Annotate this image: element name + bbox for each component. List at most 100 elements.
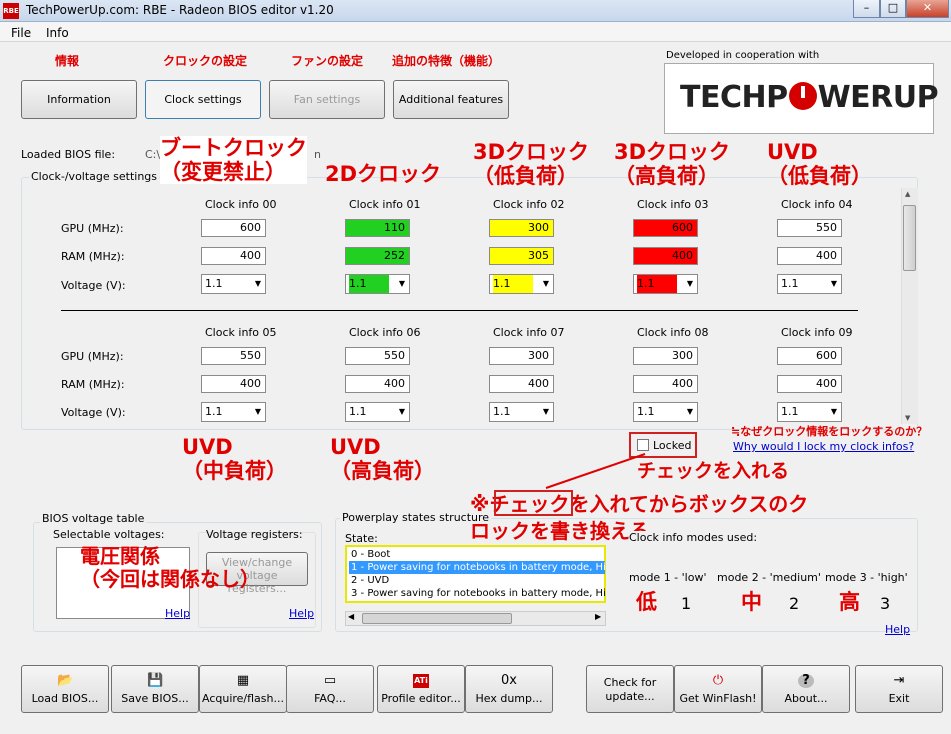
annotation-uvd-low: UVD （低負荷） [767,140,872,188]
voltage-help-link-2[interactable]: Help [289,607,314,620]
mode2-value: 2 [789,594,800,613]
gpu-clock-field[interactable]: 300 [489,219,554,237]
ram-clock-field[interactable]: 305 [489,247,554,265]
scroll-up-icon[interactable]: ▲ [905,190,910,198]
mode3-label: mode 3 - 'high' [825,571,908,584]
bottom-button-label: Check for update... [603,676,657,703]
scroll-left-icon[interactable]: ◀ [348,612,354,621]
ram-label-2: RAM (MHz): [61,378,125,391]
annotation-mid: 中 [741,590,762,614]
annotation-voltage-b: （今回は関係なし） [80,567,260,591]
clock-info-header: Clock info 06 [349,326,421,339]
voltage-dropdown[interactable]: 1.1 ▼ [345,274,410,294]
bottom-button-8[interactable]: ? About... [762,665,850,713]
clock-modes-label: Clock info modes used: [629,531,758,544]
chevron-down-icon: ▼ [398,407,405,416]
tab-additional-features[interactable]: Additional features [393,80,509,119]
power-icon [788,82,817,110]
techpowerup-logo: TECHP WERUP [680,80,939,115]
state-item[interactable]: 3 - Power saving for notebooks in batter… [349,587,605,600]
bottom-button-9[interactable]: ⇥ Exit [855,665,943,713]
ram-clock-field[interactable]: 400 [489,375,554,393]
bottom-button-6[interactable]: Check for update... [586,665,674,713]
voltage-dropdown[interactable]: 1.1 ▼ [489,274,554,294]
annotation-uvd-high-a: UVD [330,435,381,459]
bottom-button-7[interactable]: ⏻ Get WinFlash! [674,665,762,713]
clock-info-header: Clock info 02 [493,198,565,211]
mode3-value: 3 [880,594,891,613]
voltage-dropdown[interactable]: 1.1 ▼ [777,274,842,294]
menu-bar [0,22,951,42]
voltage-dropdown[interactable]: 1.1 ▼ [633,274,698,294]
mode1-label: mode 1 - 'low' [629,571,707,584]
ram-clock-field[interactable]: 400 [201,247,266,265]
menu-file[interactable]: File [11,26,31,40]
maximize-button[interactable]: □ [880,0,906,18]
gpu-label: GPU (MHz): [61,222,124,235]
voltage-dropdown[interactable]: 1.1 ▼ [345,402,410,422]
chevron-down-icon: ▼ [686,279,693,288]
bottom-button-2[interactable]: ▦ Acquire/flash... [199,665,287,713]
voltage-dropdown[interactable]: 1.1 ▼ [201,402,266,422]
ram-clock-field[interactable]: 252 [345,247,410,265]
mode2-label: mode 2 - 'medium' [717,571,821,584]
ram-clock-field[interactable]: 400 [201,375,266,393]
voltage-label: Voltage (V): [61,279,126,292]
gpu-clock-field[interactable]: 300 [633,347,698,365]
ram-clock-field[interactable]: 400 [777,375,842,393]
why-lock-link[interactable]: Why would I lock my clock infos? [733,440,914,453]
gpu-clock-field[interactable]: 300 [489,347,554,365]
annotation-voltage-a: 電圧関係 [80,544,160,568]
minimize-button[interactable]: – [853,0,880,18]
close-button[interactable]: ✕ [906,0,949,18]
ram-clock-field[interactable]: 400 [633,247,698,265]
state-item[interactable]: 2 - UVD [349,574,605,587]
clock-info-header: Clock info 00 [205,198,277,211]
ram-clock-field[interactable]: 400 [633,375,698,393]
state-item-selected[interactable]: 1 - Power saving for notebooks in batter… [349,561,605,574]
bottom-button-label: About... [784,692,828,705]
bottom-button-1[interactable]: 💾 Save BIOS... [111,665,199,713]
gpu-clock-field[interactable]: 550 [777,219,842,237]
bottom-button-3[interactable]: ▭ FAQ... [286,665,374,713]
voltage-value: 1.1 [349,405,367,418]
annotation-voltage: 電圧関係 （今回は関係なし） [80,545,260,591]
ram-clock-field[interactable]: 400 [345,375,410,393]
gpu-clock-field[interactable]: 550 [201,347,266,365]
exit-icon: ⇥ [893,673,905,688]
note-highlight [494,490,573,516]
voltage-dropdown[interactable]: 1.1 ▼ [489,402,554,422]
voltage-dropdown[interactable]: 1.1 ▼ [777,402,842,422]
tab-information[interactable]: Information [21,80,137,119]
gpu-clock-field[interactable]: 600 [633,219,698,237]
bottom-button-label: Exit [888,692,910,705]
voltage-value: 1.1 [781,405,799,418]
tab-clock-settings[interactable]: Clock settings [145,80,261,119]
app-icon: RBE [3,3,19,19]
chevron-down-icon: ▼ [398,279,405,288]
gpu-clock-field[interactable]: 550 [345,347,410,365]
powerplay-help-link[interactable]: Help [885,623,910,636]
chevron-down-icon: ▼ [254,279,261,288]
tab-fan-settings[interactable]: Fan settings [269,80,385,119]
scroll-right-icon[interactable]: ▶ [595,612,601,621]
voltage-dropdown[interactable]: 1.1 ▼ [633,402,698,422]
state-item[interactable]: 0 - Boot [349,548,605,561]
folder-icon: 📂 [57,673,74,688]
gpu-clock-field[interactable]: 110 [345,219,410,237]
bottom-button-5[interactable]: 0x Hex dump... [465,665,553,713]
bottom-button-0[interactable]: 📂 Load BIOS... [21,665,109,713]
ram-clock-field[interactable]: 400 [777,247,842,265]
bottom-button-label: Save BIOS... [121,692,189,705]
menu-info[interactable]: Info [46,26,69,40]
logo-caption: Developed in cooperation with [666,50,820,61]
voltage-help-link-1[interactable]: Help [165,607,190,620]
voltage-dropdown[interactable]: 1.1 ▼ [201,274,266,294]
clock-scrollbar-thumb[interactable] [903,205,916,271]
state-hscroll-thumb[interactable] [362,613,512,624]
scroll-down-icon[interactable]: ▼ [905,414,910,422]
gpu-clock-field[interactable]: 600 [201,219,266,237]
state-list[interactable]: 0 - Boot 1 - Power saving for notebooks … [345,545,606,603]
bottom-button-4[interactable]: ATi Profile editor... [377,665,465,713]
gpu-clock-field[interactable]: 600 [777,347,842,365]
